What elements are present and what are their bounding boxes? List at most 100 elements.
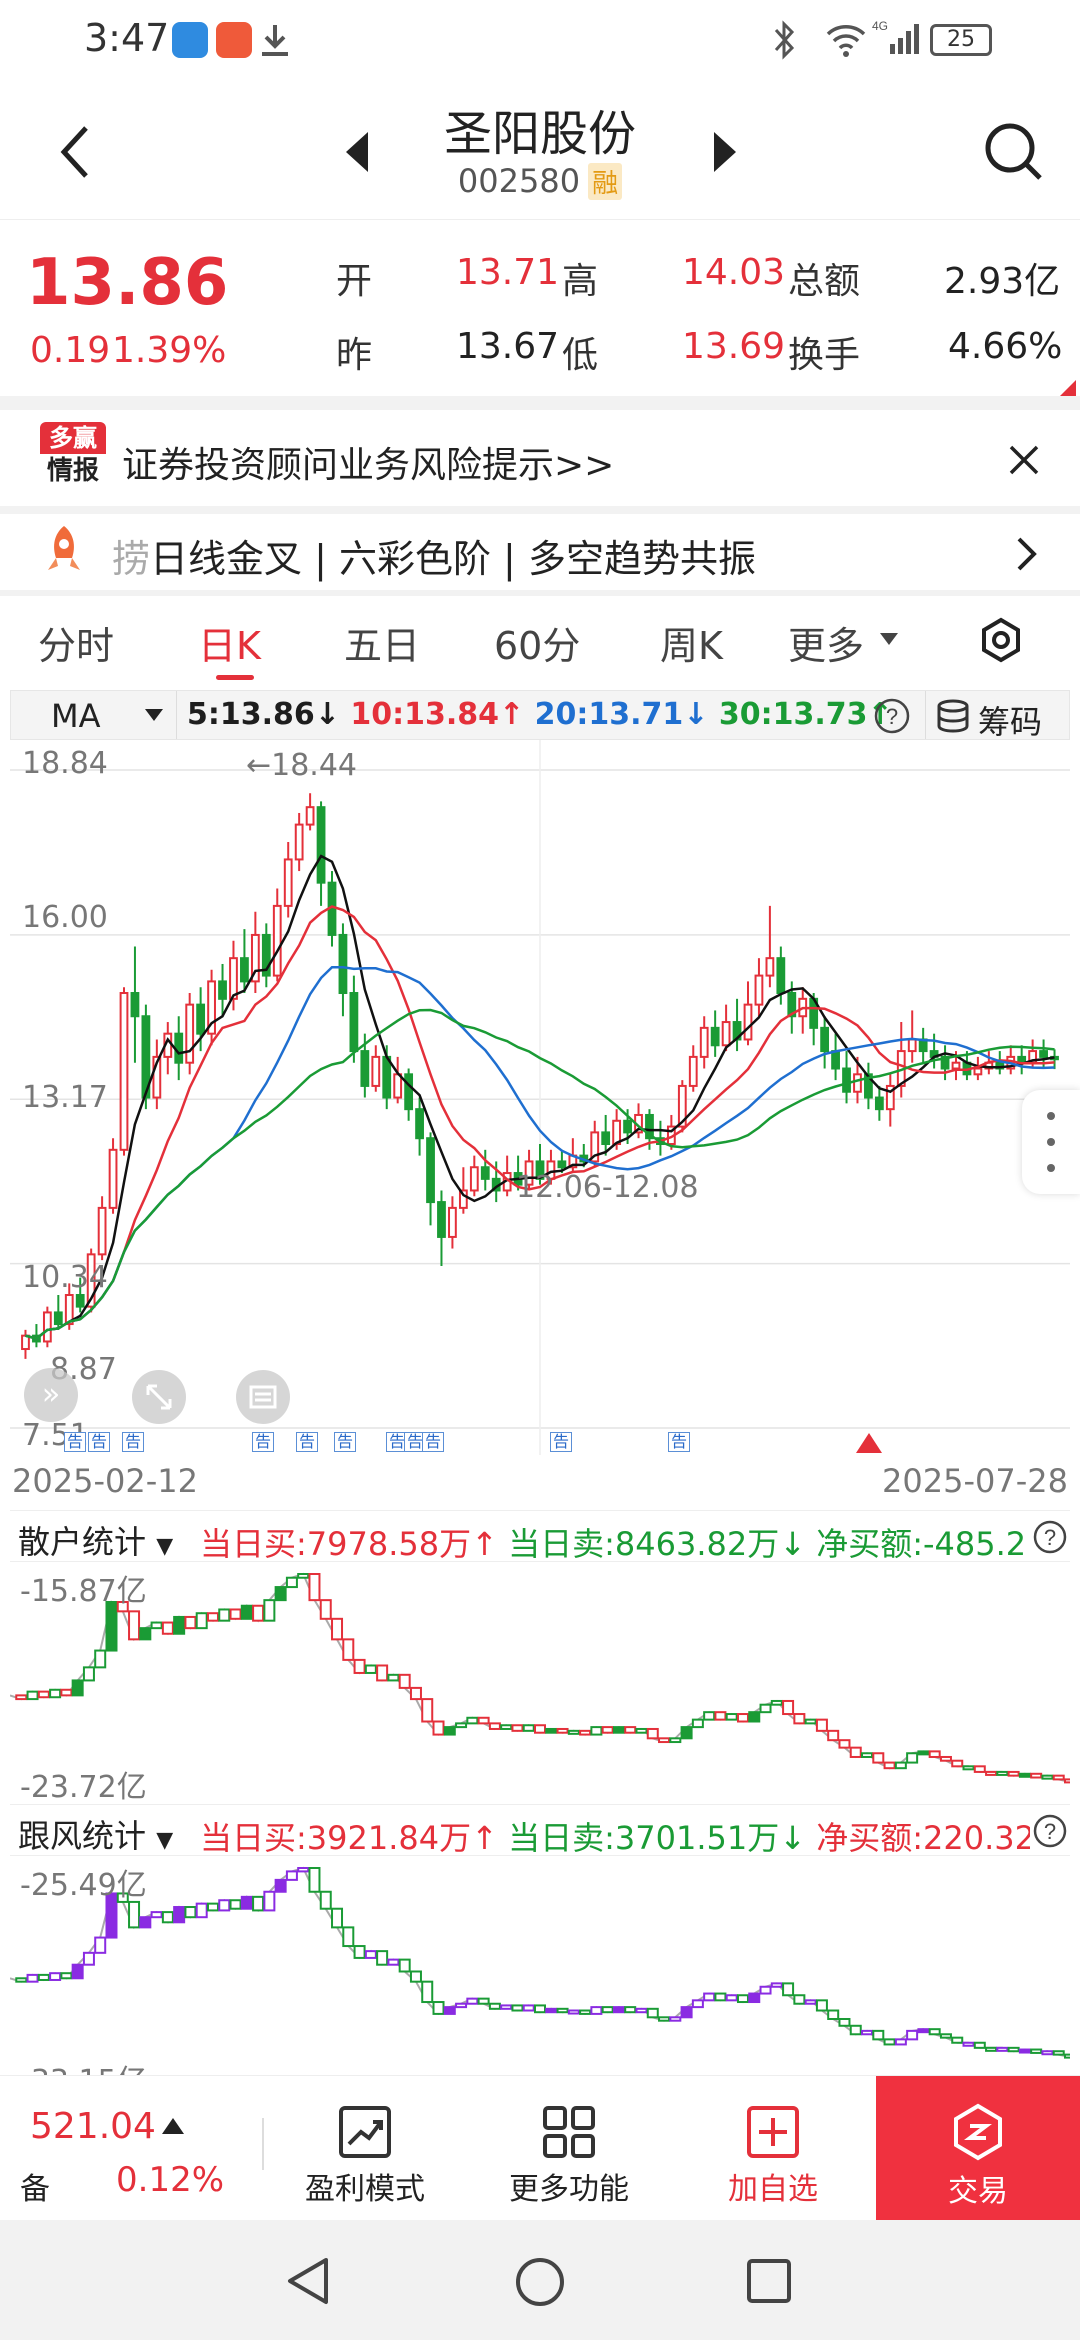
indicator-bar-up bbox=[150, 1911, 163, 1919]
indicator-bar-down bbox=[353, 1658, 366, 1674]
indicator-bar-down bbox=[331, 1907, 344, 1929]
more-functions-button[interactable]: 更多功能 bbox=[494, 2076, 644, 2221]
risk-notice-banner[interactable]: 多赢 情报 证券投资顾问业务风险提示>> bbox=[0, 410, 1080, 506]
chip-label: 筹码 bbox=[978, 703, 1043, 741]
separator bbox=[0, 396, 1080, 410]
high-label: 高 bbox=[562, 261, 599, 302]
database-icon bbox=[937, 699, 969, 733]
notice-marker[interactable]: 告 bbox=[668, 1432, 690, 1452]
indicator-bar-down bbox=[376, 1664, 389, 1682]
chip-button[interactable]: 筹码 bbox=[925, 691, 1071, 741]
grid-icon bbox=[543, 2106, 595, 2158]
fullscreen-icon[interactable] bbox=[130, 1368, 188, 1426]
notice-marker[interactable]: 告 bbox=[422, 1432, 444, 1452]
candle-up bbox=[393, 1073, 403, 1099]
indicator-bar-down bbox=[161, 1911, 174, 1924]
kline-chart[interactable]: 18.84 16.00 13.17 10.34 7.51 ←18.44 8.87… bbox=[10, 740, 1070, 1455]
notice-marker[interactable]: 告 bbox=[334, 1432, 356, 1452]
ma-selector[interactable]: MA bbox=[11, 691, 177, 739]
prev-close-value: 13.67 bbox=[456, 326, 560, 367]
follow-axis-top: -25.49亿 bbox=[20, 1868, 147, 1903]
indicator-bar-up bbox=[894, 1761, 907, 1770]
indicator-bar-up bbox=[94, 1936, 107, 1954]
dropdown-arrow-icon[interactable] bbox=[880, 633, 898, 645]
notice-marker[interactable]: 告 bbox=[64, 1432, 86, 1452]
prev-close-label: 昨 bbox=[336, 335, 373, 376]
stock-code-row: 002580 融 bbox=[0, 162, 1080, 200]
retail-chart[interactable]: -15.87亿 -23.72亿 bbox=[9, 1562, 1076, 1805]
indicator-bar-up bbox=[387, 1673, 400, 1682]
nav-back-icon[interactable] bbox=[284, 2256, 332, 2306]
tab-timeshare[interactable]: 分时 bbox=[38, 615, 114, 670]
indicator-bar-down bbox=[1052, 2050, 1065, 2056]
candle-up bbox=[721, 1021, 731, 1047]
amount-label: 总额 bbox=[788, 261, 861, 302]
side-menu-button[interactable] bbox=[1022, 1090, 1080, 1194]
search-icon[interactable] bbox=[982, 120, 1046, 184]
tab-60min[interactable]: 60分 bbox=[494, 615, 580, 670]
expand-left-button[interactable]: » bbox=[24, 1368, 78, 1422]
follow-stats-selector[interactable]: 跟风统计 ▼ bbox=[18, 1811, 173, 1857]
notice-marker[interactable]: 告 bbox=[252, 1432, 274, 1452]
indicator-bar-up bbox=[567, 2009, 580, 2015]
indicator-bar-down bbox=[488, 1722, 501, 1730]
trade-button[interactable]: 交易 bbox=[876, 2076, 1080, 2221]
help-icon[interactable]: ? bbox=[1032, 1813, 1068, 1849]
indicator-bar-down bbox=[432, 1720, 445, 1736]
signal-banner[interactable]: 捞日线金叉 | 六彩色阶 | 多空趋势共振 bbox=[0, 514, 1080, 590]
settings-icon[interactable] bbox=[978, 617, 1024, 663]
candle-down bbox=[1039, 1050, 1048, 1058]
indicator-bar-down bbox=[1052, 1774, 1065, 1781]
y-label-4: 10.34 bbox=[22, 1260, 108, 1295]
follow-stats-values: 当日买:3921.84万↑ 当日卖:3701.51万↓ 净买额:220.32 bbox=[200, 1813, 1030, 1859]
candle-up bbox=[185, 1003, 195, 1064]
indicator-bar-down bbox=[229, 1608, 242, 1620]
indicator-bar-up bbox=[71, 1679, 84, 1697]
next-stock-icon[interactable] bbox=[712, 130, 738, 174]
indicator-bar-down bbox=[883, 2038, 896, 2046]
indicator-bar-down bbox=[421, 1698, 434, 1723]
nav-recents-icon[interactable] bbox=[746, 2258, 792, 2304]
indicator-bar-down bbox=[432, 2001, 445, 2015]
indicator-bar-up bbox=[917, 2028, 930, 2034]
signal-triangle-icon[interactable] bbox=[856, 1433, 882, 1453]
chevron-right-icon[interactable] bbox=[1016, 536, 1038, 572]
close-icon[interactable] bbox=[1008, 444, 1040, 476]
risk-notice-text: 证券投资顾问业务风险提示>> bbox=[122, 445, 615, 486]
help-icon[interactable]: ? bbox=[1032, 1519, 1068, 1555]
indicator-bar-up bbox=[590, 2006, 603, 2015]
tab-weekly-k[interactable]: 周K bbox=[660, 615, 723, 670]
notice-marker[interactable]: 告 bbox=[122, 1432, 144, 1452]
indicator-bar-down bbox=[624, 2006, 637, 2014]
tab-five-day[interactable]: 五日 bbox=[344, 615, 420, 670]
retail-stats-selector[interactable]: 散户统计 ▼ bbox=[18, 1517, 173, 1563]
screenshot-icon[interactable] bbox=[234, 1368, 292, 1426]
follow-buy: 当日买:3921.84万↑ bbox=[200, 1819, 498, 1857]
indicator-bar-down bbox=[409, 1686, 422, 1701]
tab-daily-k[interactable]: 日K bbox=[198, 615, 261, 670]
add-watchlist-button[interactable]: 加自选 bbox=[698, 2076, 848, 2221]
profit-mode-button[interactable]: 盈利模式 bbox=[290, 2076, 440, 2221]
tab-more[interactable]: 更多 bbox=[788, 615, 864, 670]
more-functions-label: 更多功能 bbox=[509, 2172, 629, 2207]
candle-up bbox=[951, 1061, 961, 1070]
indicator-bar-down bbox=[624, 1726, 637, 1734]
nav-home-icon[interactable] bbox=[514, 2256, 566, 2308]
follow-chart[interactable]: -25.49亿 -33.15亿 bbox=[10, 1856, 1070, 2075]
notice-marker[interactable]: 告 bbox=[296, 1432, 318, 1452]
help-icon[interactable]: ? bbox=[873, 697, 911, 735]
notice-marker[interactable]: 告 bbox=[88, 1432, 110, 1452]
candle-down bbox=[404, 1073, 414, 1111]
index-widget[interactable]: 521.04 备 0.12% bbox=[0, 2076, 250, 2221]
notice-marker[interactable]: 告 bbox=[550, 1432, 572, 1452]
indicator-bar-up bbox=[669, 1737, 682, 1744]
indicator-bar-down bbox=[973, 1765, 986, 1773]
indicator-bar-down bbox=[1064, 2053, 1070, 2059]
indicator-bar-down bbox=[60, 1688, 73, 1697]
indicator-bar-up bbox=[240, 1895, 253, 1910]
add-watchlist-label: 加自选 bbox=[728, 2172, 818, 2207]
ma30-value: 30:13.73↑ bbox=[718, 697, 893, 732]
stock-header: 圣阳股份 002580 融 bbox=[0, 80, 1080, 220]
indicator-bar-down bbox=[872, 2029, 885, 2041]
indicator-bar-down bbox=[206, 1612, 219, 1622]
